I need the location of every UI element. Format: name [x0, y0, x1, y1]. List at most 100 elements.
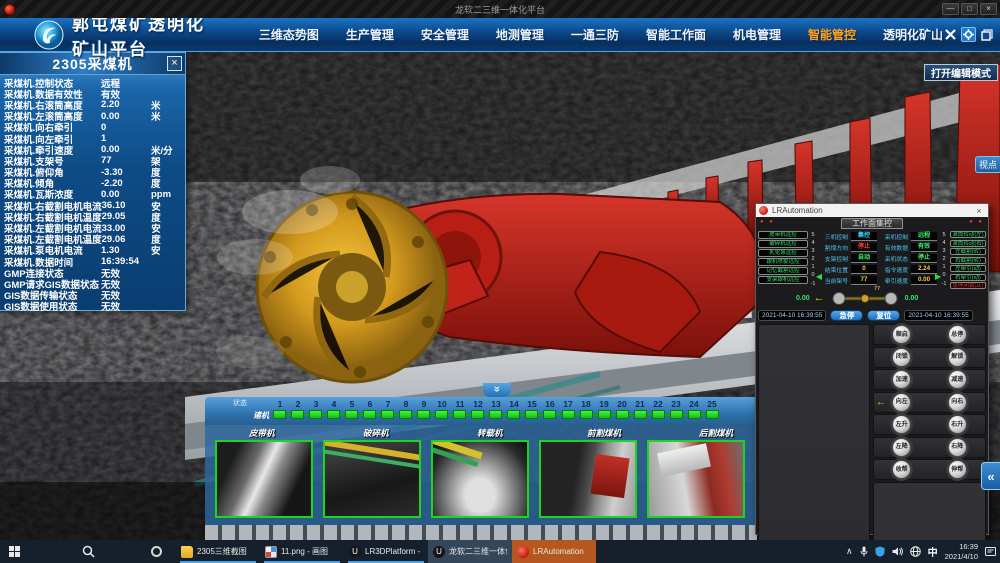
collapse-left-icon[interactable]: «: [981, 462, 1000, 490]
support-status-indicator[interactable]: [616, 410, 629, 419]
camera-thumbnail[interactable]: [431, 440, 529, 518]
remote-mode-button[interactable]: 记忆截割远控: [758, 267, 808, 275]
support-status-indicator[interactable]: [670, 410, 683, 419]
defender-shield-icon[interactable]: [875, 546, 885, 557]
support-status-indicator[interactable]: [634, 410, 647, 419]
clock[interactable]: 16:39 2021/4/10: [945, 542, 978, 562]
restore-window-icon[interactable]: [979, 27, 994, 42]
nav-item-1[interactable]: 三维态势图: [259, 26, 319, 43]
support-status-indicator[interactable]: [273, 410, 286, 419]
support-status-indicator[interactable]: [688, 410, 701, 419]
support-status-indicator[interactable]: [489, 410, 502, 419]
support-status-indicator[interactable]: [706, 410, 719, 419]
remote-mode-button[interactable]: 跟机喷雾远控: [758, 258, 808, 266]
nav-item-9[interactable]: 透明化矿山: [883, 26, 943, 43]
cortana-button[interactable]: [142, 540, 170, 563]
close-icon[interactable]: ×: [973, 206, 985, 216]
nav-item-2[interactable]: 生产管理: [346, 26, 394, 43]
taskbar-task[interactable]: 2305三维截图: [176, 540, 260, 563]
remote-mode-button[interactable]: 皮带机远控: [758, 231, 808, 239]
remote-mode-button[interactable]: 滚筒转动(右): [950, 240, 986, 247]
support-status-indicator[interactable]: [453, 410, 466, 419]
camera-thumbnail[interactable]: [215, 440, 313, 518]
reset-button[interactable]: 复位: [867, 310, 900, 321]
control-button-闭锁[interactable]: 闭锁: [892, 348, 911, 367]
support-status-indicator[interactable]: [399, 410, 412, 419]
taskbar-task[interactable]: 11.png - 画图: [260, 540, 344, 563]
search-button[interactable]: [74, 540, 102, 563]
remote-mode-button[interactable]: 支架跟机远控: [758, 276, 808, 284]
support-status-indicator[interactable]: [291, 410, 304, 419]
stop-button[interactable]: 急停: [830, 310, 863, 321]
remote-mode-button[interactable]: 滚筒转动(左): [950, 231, 986, 238]
support-status-indicator[interactable]: [507, 410, 520, 419]
remote-mode-button[interactable]: 急停闭锁(止): [950, 282, 986, 289]
control-button-左升[interactable]: 左升: [892, 415, 911, 434]
support-status-indicator[interactable]: [543, 410, 556, 419]
nav-item-6[interactable]: 智能工作面: [646, 26, 706, 43]
workface-control-tab[interactable]: 工作面集控: [841, 218, 903, 229]
nav-item-8[interactable]: 智能管控: [808, 26, 856, 43]
remote-mode-button[interactable]: 左截割(转): [950, 248, 986, 255]
support-status-indicator[interactable]: [345, 410, 358, 419]
nav-item-7[interactable]: 机电管理: [733, 26, 781, 43]
viewpoint-tab[interactable]: 视点: [975, 156, 1000, 173]
open-edit-mode-button[interactable]: 打开编辑模式: [924, 64, 998, 81]
remote-mode-button[interactable]: 左牵引(动): [950, 265, 986, 272]
remote-mode-button[interactable]: 右截割(转): [950, 257, 986, 264]
control-button-左降[interactable]: 左降: [892, 438, 911, 457]
support-status-indicator[interactable]: [309, 410, 322, 419]
nav-menu: 三维态势图 生产管理 安全管理 地测管理 一通三防 智能工作面 机电管理 智能管控 透明化矿山: [259, 26, 943, 43]
control-button-顺启[interactable]: 顺启: [892, 325, 911, 344]
support-status-indicator[interactable]: [471, 410, 484, 419]
control-button-右降[interactable]: 右降: [948, 438, 967, 457]
taskbar-task[interactable]: LRAutomation: [512, 540, 596, 563]
taskbar-task[interactable]: ULR3DPlatform - U...: [344, 540, 428, 563]
control-button-收帮[interactable]: 收帮: [892, 460, 911, 479]
support-status-indicator[interactable]: [598, 410, 611, 419]
remote-mode-button[interactable]: 破碎机远控: [758, 240, 808, 248]
support-status-indicator[interactable]: [381, 410, 394, 419]
taskbar-task[interactable]: U龙软二三维一体化...: [428, 540, 512, 563]
support-status-indicator[interactable]: [580, 410, 593, 419]
ime-indicator[interactable]: 中: [928, 544, 938, 559]
support-status-indicator[interactable]: [435, 410, 448, 419]
nav-item-3[interactable]: 安全管理: [421, 26, 469, 43]
control-button-加速[interactable]: 加速: [892, 370, 911, 389]
control-button-伸帮[interactable]: 伸帮: [948, 460, 967, 479]
control-button-向左[interactable]: 向左: [892, 393, 911, 412]
remote-mode-button[interactable]: 乳化泵远控: [758, 249, 808, 257]
support-status-indicator[interactable]: [327, 410, 340, 419]
support-status-indicator[interactable]: [363, 410, 376, 419]
support-status-indicator[interactable]: [525, 410, 538, 419]
hidden-icons-chevron[interactable]: ∧: [846, 546, 853, 557]
control-button-减速[interactable]: 减速: [948, 370, 967, 389]
collapse-down-button[interactable]: «: [483, 383, 511, 397]
lrautomation-titlebar[interactable]: LRAutomation ×: [756, 204, 988, 217]
network-globe-icon[interactable]: [910, 546, 921, 557]
telemetry-value: 0.00: [101, 189, 151, 200]
control-button-总停[interactable]: 总停: [948, 325, 967, 344]
volume-icon[interactable]: [892, 546, 903, 557]
microphone-icon[interactable]: [860, 546, 868, 557]
camera-thumbnail[interactable]: [647, 440, 745, 518]
support-status-indicator[interactable]: [417, 410, 430, 419]
remote-mode-button[interactable]: 右牵引(动): [950, 274, 986, 281]
camera-thumbnail[interactable]: [323, 440, 421, 518]
nav-item-5[interactable]: 一通三防: [571, 26, 619, 43]
wrench-icon[interactable]: [943, 27, 958, 42]
action-center-icon[interactable]: [985, 546, 996, 557]
gear-icon[interactable]: [961, 27, 976, 42]
position-slider[interactable]: 0.00 ← 77 0.00: [796, 290, 951, 306]
control-button-右升[interactable]: 右升: [948, 415, 967, 434]
start-button[interactable]: [0, 540, 28, 563]
slider-track[interactable]: [829, 291, 901, 305]
camera-filmstrip[interactable]: [205, 525, 757, 540]
support-status-indicator[interactable]: [652, 410, 665, 419]
control-button-解锁[interactable]: 解锁: [948, 348, 967, 367]
control-button-向右[interactable]: 向右: [948, 393, 967, 412]
nav-item-4[interactable]: 地测管理: [496, 26, 544, 43]
support-status-indicator[interactable]: [562, 410, 575, 419]
camera-thumbnail[interactable]: [539, 440, 637, 518]
viewport-3d[interactable]: 打开编辑模式 视点 « 2305采煤机 × 采煤机.控制状态远程采煤机.数据有效…: [0, 52, 1000, 540]
